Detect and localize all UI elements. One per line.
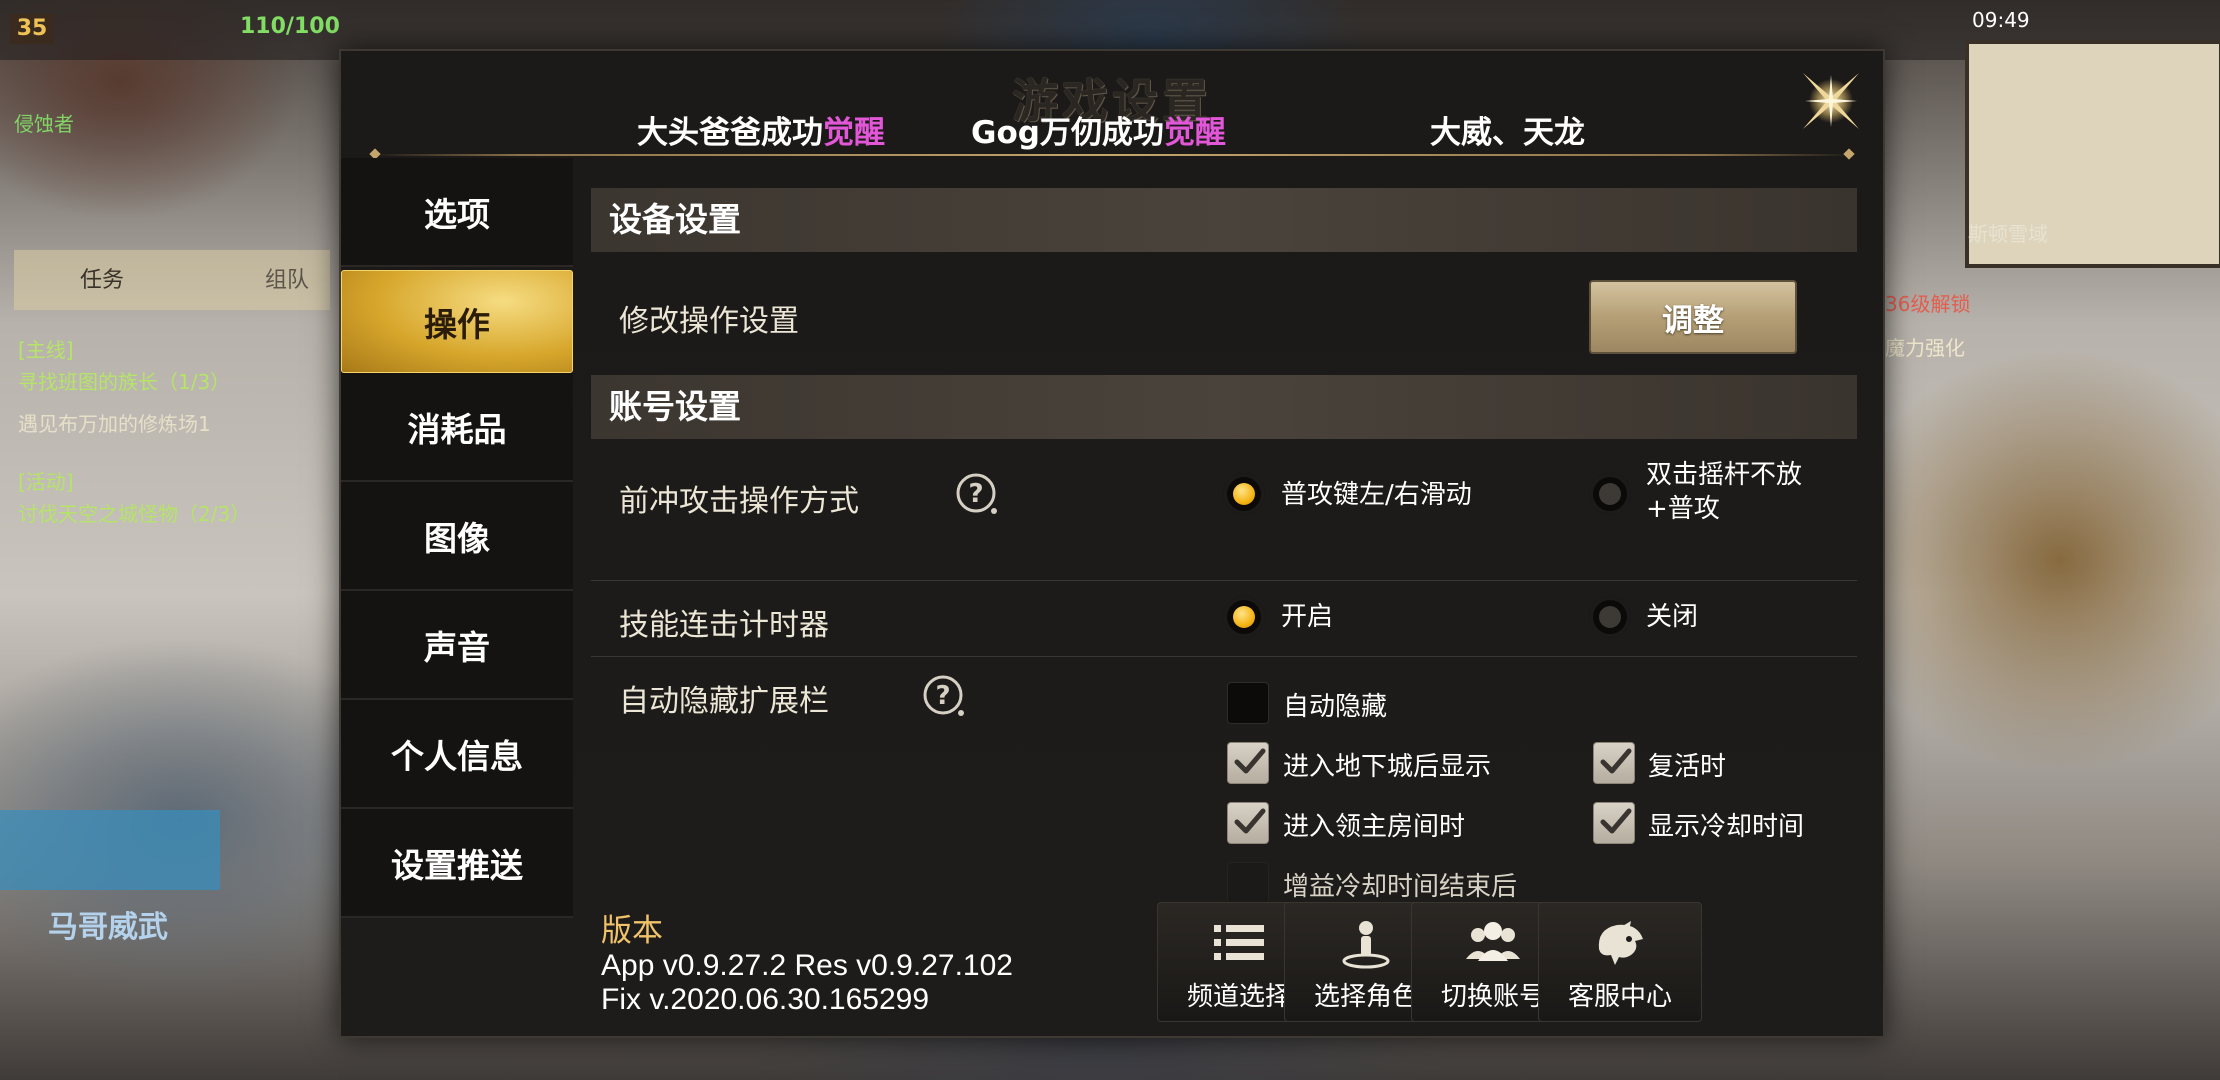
version-title: 版本 (601, 913, 663, 949)
checkmark-icon (1234, 808, 1266, 834)
checkmark-icon (1600, 808, 1632, 834)
menu-item-profile[interactable]: 个人信息 (341, 700, 573, 809)
row-divider (591, 580, 1857, 581)
support-icon (1598, 921, 1643, 965)
auto-hide-checkbox[interactable] (1227, 682, 1269, 724)
combo-timer-on-label: 开启 (1281, 602, 1334, 632)
version-fix: Fix v.2020.06.30.165299 (601, 983, 930, 1016)
left-name: 马哥威武 (48, 910, 168, 945)
checkmark-icon (1234, 748, 1266, 774)
checkmark-icon (1600, 748, 1632, 774)
buff-cooldown-checkbox[interactable] (1227, 862, 1269, 904)
marquee-item: Gog万仞成功觉醒 (971, 115, 1226, 151)
boss-room-checkbox[interactable] (1227, 802, 1269, 844)
auto-hide-label: 自动隐藏扩展栏 (619, 684, 829, 719)
quest-tag: [活动] (18, 470, 74, 494)
svg-text:?: ? (968, 479, 983, 509)
show-in-dungeon-label: 进入地下城后显示 (1283, 752, 1492, 782)
hp-text: 110/100 (240, 14, 340, 39)
buff-cooldown-label: 增益冷却时间结束后 (1283, 872, 1518, 902)
show-in-dungeon-checkbox[interactable] (1227, 742, 1269, 784)
menu-item-consumables[interactable]: 消耗品 (341, 373, 573, 482)
settings-menu: 选项 操作 消耗品 图像 声音 个人信息 设置推送 (341, 158, 573, 918)
settings-content: 设备设置 修改操作设置 调整 账号设置 前冲攻击操作方式 ? 普攻键左/右滑动 … (591, 188, 1857, 904)
player-name: 侵蚀者 (14, 112, 74, 136)
dash-attack-option-a-label: 普攻键左/右滑动 (1281, 480, 1472, 510)
minimap-label: 斯顿雪域 (1968, 222, 2048, 246)
device-section-header: 设备设置 (591, 188, 1857, 252)
close-sparkle-icon (1803, 73, 1859, 129)
customer-service-label: 客服中心 (1567, 982, 1672, 1012)
status-time: 09:49 (1972, 8, 2030, 32)
version-info: 版本 App v0.9.27.2 Res v0.9.27.102 Fix v.2… (601, 913, 1013, 1017)
combo-timer-off-label: 关闭 (1646, 602, 1699, 632)
svg-text:?: ? (935, 681, 950, 711)
boss-room-label: 进入领主房间时 (1283, 812, 1466, 842)
version-app: App v0.9.27.2 Res v0.9.27.102 (601, 949, 1013, 982)
title-divider (371, 154, 1853, 156)
quest-title: 寻找班图的族长（1/3） (18, 370, 231, 394)
quest-desc: 遇见布万加的修炼场1 (18, 412, 211, 436)
customer-service-button[interactable]: 客服中心 (1538, 902, 1702, 1022)
dash-attack-label: 前冲攻击操作方式 (619, 484, 859, 519)
marquee-item: 大威、天龙 (1430, 115, 1585, 151)
show-cooldown-label: 显示冷却时间 (1648, 812, 1805, 842)
menu-item-options[interactable]: 选项 (341, 158, 573, 267)
left-banner (0, 810, 220, 890)
dash-attack-option-b-radio[interactable] (1589, 473, 1631, 515)
help-icon[interactable]: ? (955, 472, 999, 516)
level-badge: 35 (10, 14, 54, 44)
help-icon[interactable]: ? (922, 674, 966, 718)
menu-item-controls[interactable]: 操作 (341, 270, 573, 373)
combo-timer-off-radio[interactable] (1589, 596, 1631, 638)
on-revive-checkbox[interactable] (1593, 742, 1635, 784)
quest-title: 讨伐天空之城怪物（2/3） (18, 502, 251, 526)
menu-item-sound[interactable]: 声音 (341, 591, 573, 700)
combo-timer-on-radio[interactable] (1223, 596, 1265, 638)
show-cooldown-checkbox[interactable] (1593, 802, 1635, 844)
on-revive-label: 复活时 (1648, 752, 1727, 782)
quest-tab-task: 任务 (80, 268, 125, 293)
list-icon (1214, 925, 1264, 960)
close-button[interactable] (1797, 67, 1865, 135)
character-icon (1342, 921, 1390, 969)
modify-controls-label: 修改操作设置 (619, 304, 799, 339)
adjust-button[interactable]: 调整 (1589, 280, 1797, 354)
users-icon (1466, 922, 1520, 961)
marquee-item: 大头爸爸成功觉醒 (637, 115, 885, 151)
dash-attack-option-b-label: 双击摇杆不放+普攻 (1646, 460, 1803, 524)
dash-attack-option-a-radio[interactable] (1223, 473, 1265, 515)
settings-dialog: 游戏设置 大头爸爸成功觉醒 Gog万仞成功觉醒 大威、天龙 选项 操作 消耗品 … (339, 49, 1885, 1038)
side-label: 魔力强化 (1885, 336, 1965, 360)
menu-item-push[interactable]: 设置推送 (341, 809, 573, 918)
quest-tag: [主线] (18, 338, 74, 362)
row-divider (591, 656, 1857, 657)
side-badge: 36级解锁 (1885, 292, 1971, 316)
announcement-marquee: 大头爸爸成功觉醒 Gog万仞成功觉醒 大威、天龙 (341, 107, 1883, 151)
account-section-header: 账号设置 (591, 375, 1857, 439)
menu-item-graphics[interactable]: 图像 (341, 482, 573, 591)
quest-tab-team: 组队 (265, 268, 310, 293)
combo-timer-label: 技能连击计时器 (619, 608, 829, 643)
auto-hide-option-label: 自动隐藏 (1283, 692, 1388, 722)
